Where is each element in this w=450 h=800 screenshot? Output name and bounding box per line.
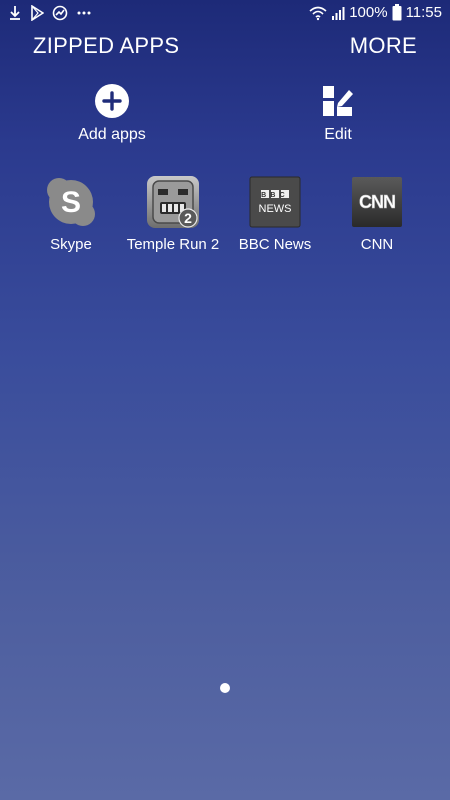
temple-run-icon: 2: [147, 176, 199, 228]
app-label: Temple Run 2: [126, 236, 220, 253]
temple-run-badge: 2: [184, 210, 192, 226]
wifi-icon: [309, 5, 327, 21]
svg-text:S: S: [61, 186, 81, 219]
edit-label: Edit: [324, 126, 352, 143]
status-right-icons: 100% 11:55: [309, 4, 442, 21]
play-store-icon: [30, 5, 44, 21]
edit-icon: [321, 84, 355, 118]
signal-icon: [331, 5, 345, 21]
more-button[interactable]: MORE: [350, 33, 417, 59]
page-title: ZIPPED APPS: [33, 33, 180, 58]
add-icon: [95, 84, 129, 118]
more-dots-icon: [76, 5, 92, 21]
clock: 11:55: [405, 4, 442, 21]
status-left-icons: [8, 5, 92, 21]
bbc-logo-text: BBC: [261, 192, 289, 199]
skype-icon: S: [47, 178, 95, 226]
add-apps-button[interactable]: Add apps: [52, 84, 172, 144]
edit-button[interactable]: Edit: [278, 84, 398, 144]
trend-icon: [52, 5, 68, 21]
bbc-news-text: NEWS: [259, 203, 292, 215]
app-cnn[interactable]: CNN CNN: [326, 176, 428, 253]
cnn-icon: CNN: [352, 177, 402, 227]
app-label: BBC News: [238, 236, 312, 253]
add-apps-label: Add apps: [78, 126, 146, 143]
app-label: Skype: [50, 236, 92, 253]
app-grid: S Skype 2 Temple Run 2 BBC NEWS BBC News…: [20, 176, 430, 253]
app-skype[interactable]: S Skype: [20, 176, 122, 253]
page-indicator-dot[interactable]: [220, 683, 230, 693]
app-temple-run-2[interactable]: 2 Temple Run 2: [122, 176, 224, 253]
battery-percent: 100%: [349, 4, 388, 21]
battery-icon: [392, 4, 402, 21]
download-icon: [8, 5, 22, 21]
cnn-logo-text: CNN: [359, 192, 395, 212]
status-bar: 100% 11:55: [0, 0, 450, 28]
header: ZIPPED APPS MORE: [0, 30, 450, 60]
app-bbc-news[interactable]: BBC NEWS BBC News: [224, 176, 326, 253]
bbc-news-icon: BBC NEWS: [249, 176, 301, 228]
app-label: CNN: [360, 236, 394, 253]
